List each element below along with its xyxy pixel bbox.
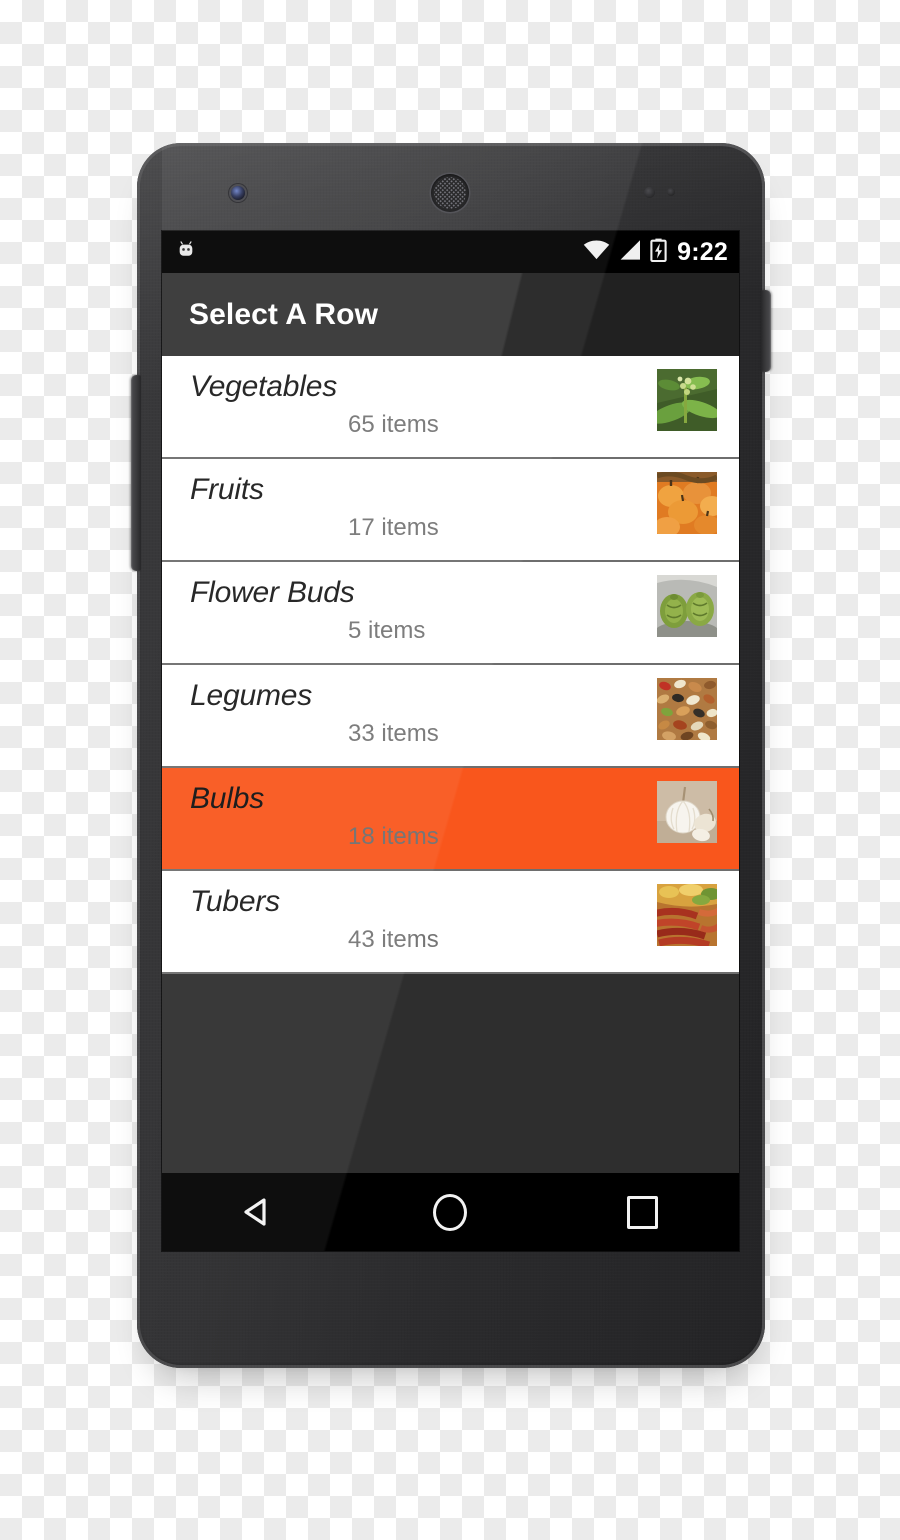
list-item-subtitle: 65 items	[348, 411, 439, 438]
leafy-greens-thumbnail	[657, 369, 717, 431]
list-item[interactable]: Fruits 17 items	[162, 459, 739, 562]
action-bar: Select A Row	[162, 273, 739, 356]
list-item-subtitle: 5 items	[348, 617, 426, 644]
category-list[interactable]: Vegetables 65 items Fruits 17 items Flow…	[162, 356, 739, 1251]
list-item-subtitle: 33 items	[348, 720, 439, 747]
list-item[interactable]: Legumes 33 items	[162, 665, 739, 768]
home-circle-icon	[433, 1193, 468, 1231]
status-bar-right: 9:22	[583, 238, 728, 267]
list-item-title: Legumes	[190, 679, 313, 712]
mixed-beans-thumbnail	[657, 678, 717, 740]
android-robot-icon	[175, 239, 197, 266]
status-bar-clock: 9:22	[677, 237, 728, 266]
list-item-title: Tubers	[190, 885, 280, 918]
list-item-subtitle: 43 items	[348, 926, 439, 953]
list-item-selected[interactable]: Bulbs 18 items	[162, 768, 739, 871]
list-item-title: Fruits	[190, 473, 264, 506]
power-button[interactable]	[761, 290, 771, 372]
wifi-icon	[583, 239, 610, 266]
cell-signal-icon	[618, 239, 642, 266]
nav-recents-button[interactable]	[598, 1173, 688, 1251]
earpiece-speaker-icon	[431, 174, 469, 212]
list-item-title: Vegetables	[190, 370, 338, 403]
nav-home-button[interactable]	[405, 1173, 495, 1251]
pumpkins-thumbnail	[657, 472, 717, 534]
list-item-title: Bulbs	[190, 782, 265, 815]
phone-screen: 9:22 Select A Row Vegetables 65 items Fr…	[162, 231, 739, 1251]
list-item[interactable]: Flower Buds 5 items	[162, 562, 739, 665]
list-item-subtitle: 17 items	[348, 514, 439, 541]
list-item-title: Flower Buds	[190, 576, 355, 609]
battery-charging-icon	[650, 238, 667, 267]
root-vegetables-thumbnail	[657, 884, 717, 946]
status-bar-left	[175, 239, 197, 266]
list-item[interactable]: Vegetables 65 items	[162, 356, 739, 459]
garlic-thumbnail	[657, 781, 717, 843]
artichokes-thumbnail	[657, 575, 717, 637]
status-bar: 9:22	[162, 231, 739, 273]
back-triangle-icon	[244, 1198, 266, 1226]
navigation-bar	[162, 1173, 739, 1251]
volume-rocker-button[interactable]	[131, 375, 141, 571]
list-item[interactable]: Tubers 43 items	[162, 871, 739, 974]
speaker-mesh	[434, 177, 466, 209]
nav-back-button[interactable]	[213, 1173, 303, 1251]
list-item-subtitle: 18 items	[348, 823, 439, 850]
proximity-sensor-icon	[644, 187, 655, 198]
front-camera-icon	[231, 186, 245, 200]
page-title: Select A Row	[189, 297, 379, 331]
recents-square-icon	[627, 1195, 659, 1229]
light-sensor-icon	[667, 188, 675, 196]
